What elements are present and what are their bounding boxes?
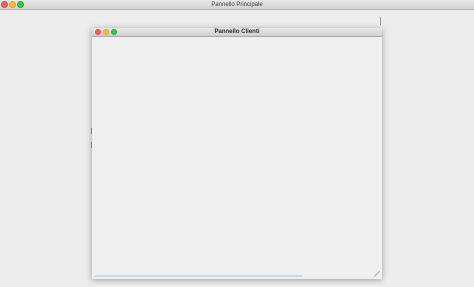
main-title-bar[interactable]: Pannello Principale xyxy=(0,0,474,10)
main-window: Pannello Principale Pannello Clienti xyxy=(0,0,474,287)
clients-panel-content xyxy=(92,37,382,279)
resize-grip-icon[interactable] xyxy=(374,271,380,277)
clients-panel-window[interactable]: Pannello Clienti xyxy=(92,28,382,279)
divider xyxy=(380,17,381,25)
main-window-title: Pannello Principale xyxy=(211,2,263,8)
status-strip xyxy=(94,275,302,277)
clients-panel-title: Pannello Clienti xyxy=(214,29,260,35)
clients-panel-title-bar[interactable]: Pannello Clienti xyxy=(92,28,382,37)
